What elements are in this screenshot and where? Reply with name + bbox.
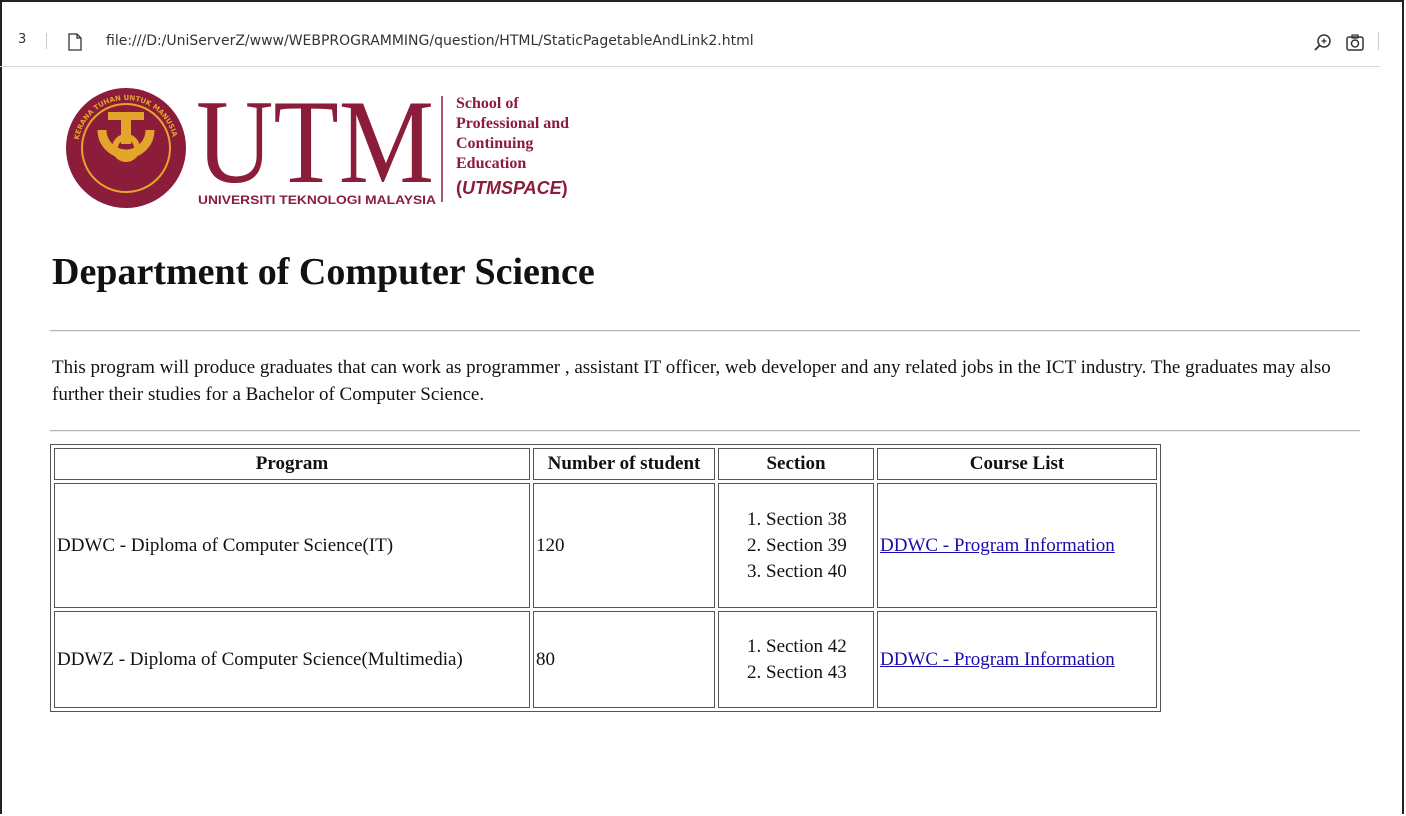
program-cell: DDWC - Diploma of Computer Science(IT) [54, 483, 530, 608]
header-program: Program [54, 448, 530, 480]
divider [1378, 32, 1379, 50]
divider [50, 330, 1360, 332]
program-info-link[interactable]: DDWC - Program Information [880, 535, 1115, 556]
course-list-cell: DDWC - Program Information [877, 483, 1157, 608]
table-header-row: Program Number of student Section Course… [54, 448, 1157, 480]
section-cell: 1. Section 42 2. Section 43 [718, 611, 874, 708]
section-list: 1. Section 42 2. Section 43 [721, 634, 871, 686]
list-item: 2. Section 39 [747, 534, 847, 556]
camera-icon[interactable] [1344, 32, 1366, 54]
university-name: UNIVERSITI TEKNOLOGI MALAYSIA [198, 195, 436, 207]
url-text[interactable]: file:///D:/UniServerZ/www/WEBPROGRAMMING… [106, 33, 754, 49]
divider [46, 33, 47, 49]
school-abbr: (UTMSPACE) [456, 178, 568, 198]
utm-seal: KERANA TUHAN UNTUK MANUSIA [66, 88, 186, 208]
program-description: This program will produce graduates that… [52, 357, 1331, 405]
page-title: Department of Computer Science [52, 251, 595, 293]
list-item: 3. Section 40 [747, 560, 847, 582]
table-row: DDWZ - Diploma of Computer Science(Multi… [54, 611, 1157, 708]
utm-space-logo: KERANA TUHAN UNTUK MANUSIA UTM UNIVERSIT… [66, 86, 569, 208]
list-item: 2. Section 43 [747, 661, 847, 683]
zoom-icon[interactable] [1312, 32, 1334, 54]
header-section: Section [718, 448, 874, 480]
school-line-2: Professional and [456, 115, 569, 132]
list-item: 1. Section 38 [747, 508, 847, 530]
header-students: Number of student [533, 448, 715, 480]
students-cell: 120 [533, 483, 715, 608]
table-row: DDWC - Diploma of Computer Science(IT) 1… [54, 483, 1157, 608]
header-course-list: Course List [877, 448, 1157, 480]
address-bar: 3 file:///D:/UniServerZ/www/WEBPROGRAMMI… [0, 2, 1380, 67]
school-line-1: School of [456, 95, 519, 112]
list-item: 1. Section 42 [747, 635, 847, 657]
school-line-3: Continuing [456, 135, 533, 152]
students-cell: 80 [533, 611, 715, 708]
section-list: 1. Section 38 2. Section 39 3. Section 4… [721, 507, 871, 585]
course-list-cell: DDWC - Program Information [877, 611, 1157, 708]
page-icon [68, 33, 82, 51]
section-cell: 1. Section 38 2. Section 39 3. Section 4… [718, 483, 874, 608]
program-cell: DDWZ - Diploma of Computer Science(Multi… [54, 611, 530, 708]
program-info-link[interactable]: DDWC - Program Information [880, 649, 1115, 670]
tab-stub: 3 [18, 32, 27, 47]
school-line-4: Education [456, 155, 526, 172]
program-table: Program Number of student Section Course… [50, 444, 1161, 712]
divider [50, 430, 1360, 432]
utm-wordmark: UTM [196, 86, 434, 208]
